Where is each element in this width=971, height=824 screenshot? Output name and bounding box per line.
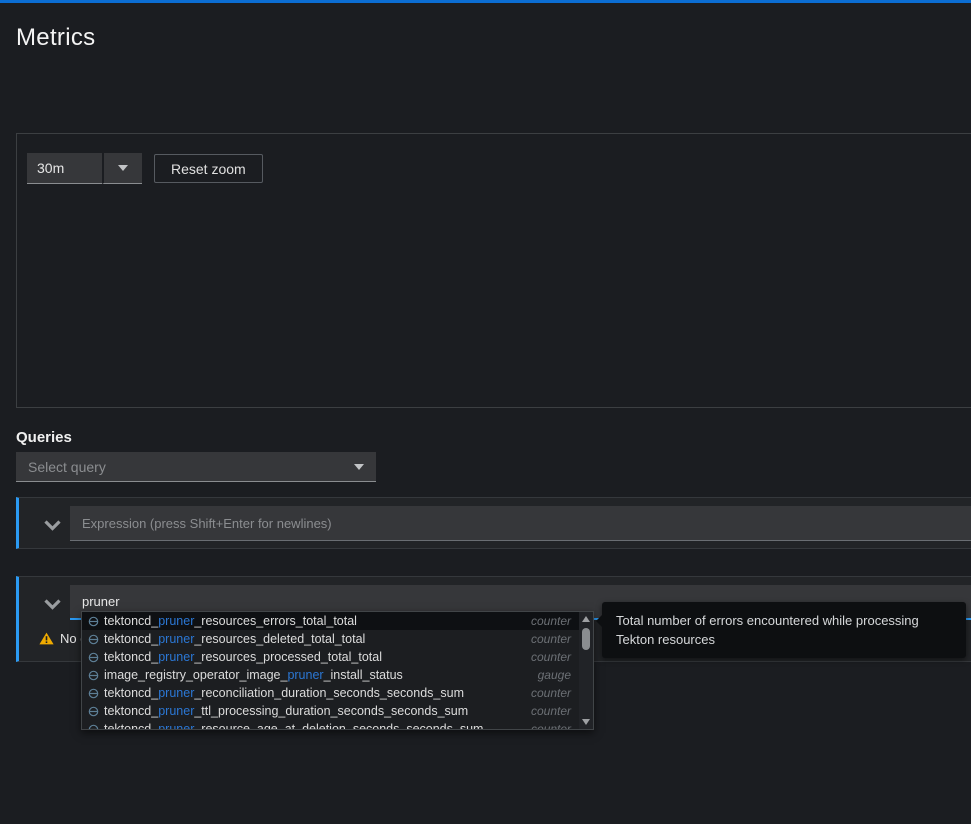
metric-name: tektoncd_pruner_resources_deleted_total_… [104, 632, 366, 646]
metric-type-label: counter [530, 704, 571, 718]
metric-name: tektoncd_pruner_resources_errors_total_t… [104, 614, 357, 628]
metric-type-label: counter [530, 632, 571, 646]
expand-query-button[interactable] [36, 589, 68, 619]
expression-input-1[interactable] [70, 506, 971, 541]
warning-icon [39, 632, 54, 645]
chevron-down-icon [43, 519, 61, 531]
metric-help-tooltip: Total number of errors encountered while… [596, 602, 966, 658]
metric-icon [88, 652, 99, 663]
autocomplete-item[interactable]: tektoncd_pruner_resource_age_at_deletion… [82, 720, 579, 730]
top-accent-bar [0, 0, 971, 3]
chart-panel: 30m Reset zoom [16, 133, 971, 408]
metric-icon [88, 616, 99, 627]
chart-toolbar: 30m Reset zoom [27, 153, 263, 184]
metric-icon [88, 706, 99, 717]
chevron-down-icon [43, 598, 61, 610]
metric-name: image_registry_operator_image_pruner_ins… [104, 668, 403, 682]
reset-zoom-button[interactable]: Reset zoom [154, 154, 263, 183]
metric-name: tektoncd_pruner_resources_processed_tota… [104, 650, 382, 664]
metric-icon [88, 670, 99, 681]
arrow-down-icon [582, 719, 590, 725]
metric-type-label: counter [530, 650, 571, 664]
metric-name: tektoncd_pruner_resource_age_at_deletion… [104, 722, 484, 730]
scrollbar-thumb[interactable] [582, 628, 590, 650]
metric-icon [88, 634, 99, 645]
metric-icon [88, 724, 99, 729]
caret-down-icon [354, 463, 364, 470]
autocomplete-item[interactable]: tektoncd_pruner_resources_deleted_total_… [82, 630, 579, 648]
metric-name: tektoncd_pruner_ttl_processing_duration_… [104, 704, 469, 718]
query-select-dropdown[interactable]: Select query [16, 452, 376, 482]
metric-autocomplete-dropdown: tektoncd_pruner_resources_errors_total_t… [81, 611, 594, 730]
autocomplete-item[interactable]: tektoncd_pruner_ttl_processing_duration_… [82, 702, 579, 720]
metric-suggestion-list: tektoncd_pruner_resources_errors_total_t… [82, 612, 579, 730]
autocomplete-item[interactable]: image_registry_operator_image_pruner_ins… [82, 666, 579, 684]
scrollbar-track[interactable] [579, 626, 593, 715]
metric-type-label: counter [530, 722, 571, 730]
scrollbar-down-button[interactable] [579, 715, 593, 729]
expand-query-button[interactable] [36, 510, 68, 540]
query-select-placeholder: Select query [28, 458, 106, 475]
caret-down-icon [118, 165, 128, 171]
queries-heading: Queries [16, 429, 72, 446]
metric-type-label: gauge [537, 668, 571, 682]
metric-name: tektoncd_pruner_reconciliation_duration_… [104, 686, 464, 700]
timespan-select-value[interactable]: 30m [27, 153, 102, 184]
autocomplete-item[interactable]: tektoncd_pruner_reconciliation_duration_… [82, 684, 579, 702]
autocomplete-scrollbar[interactable] [579, 612, 593, 729]
arrow-up-icon [582, 616, 590, 622]
metric-type-label: counter [530, 614, 571, 628]
metrics-page: Metrics 30m Reset zoom Queries Select qu… [0, 0, 971, 824]
timespan-select[interactable]: 30m [27, 153, 142, 184]
page-title: Metrics [16, 24, 96, 51]
tooltip-arrow [596, 615, 602, 627]
timespan-select-toggle[interactable] [102, 153, 142, 184]
tooltip-text: Total number of errors encountered while… [616, 613, 919, 647]
metric-icon [88, 688, 99, 699]
metric-type-label: counter [530, 686, 571, 700]
scrollbar-up-button[interactable] [579, 612, 593, 626]
autocomplete-item[interactable]: tektoncd_pruner_resources_processed_tota… [82, 648, 579, 666]
autocomplete-item[interactable]: tektoncd_pruner_resources_errors_total_t… [82, 612, 579, 630]
query-row-1 [16, 497, 971, 549]
